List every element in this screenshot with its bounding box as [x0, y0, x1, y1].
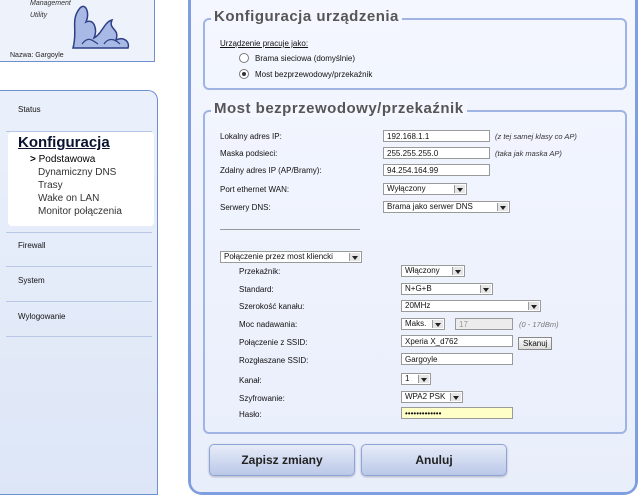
- chevron-down-icon: [349, 253, 360, 261]
- sidebar-item-label: Wylogowanie: [18, 312, 66, 321]
- nav-divider: [6, 336, 152, 337]
- sidebar-subitem-wake-on-lan[interactable]: Wake on LAN: [38, 193, 99, 204]
- standard-label: Standard:: [239, 285, 274, 294]
- wan-port-select[interactable]: Wyłączony: [383, 183, 467, 195]
- local-ip-note: (z tej samej klasy co AP): [495, 132, 577, 141]
- standard-value: N+G+B: [405, 284, 432, 293]
- device-config-title: Konfiguracja urządzenia: [211, 8, 402, 25]
- tx-power-value: Maks.: [405, 319, 427, 328]
- standard-select[interactable]: N+G+B: [401, 283, 493, 295]
- remote-ip-input[interactable]: 94.254.164.99: [383, 164, 490, 176]
- channel-label: Kanał:: [239, 376, 262, 385]
- sidebar-item-konfiguracja[interactable]: Konfiguracja Podstawowa Dynamiczny DNS T…: [8, 132, 154, 226]
- remote-ip-label: Zdalny adres IP (AP/Bramy):: [220, 166, 322, 175]
- broadcast-ssid-input[interactable]: Gargoyle: [401, 353, 513, 365]
- sidebar-item-label: Status: [18, 105, 41, 114]
- relay-value: Włączony: [405, 266, 440, 275]
- radio-gateway-label: Brama sieciowa (domyślnie): [255, 54, 356, 63]
- ssid-input[interactable]: Xperia X_d762: [401, 335, 513, 347]
- main-frame: Konfiguracja urządzenia Urządzenie pracu…: [188, 0, 638, 495]
- nav-divider: [6, 266, 152, 267]
- channel-width-label: Szerokość kanału:: [239, 302, 305, 311]
- sidebar-subitem-trasy[interactable]: Trasy: [38, 180, 63, 191]
- nav-divider: [6, 232, 152, 233]
- device-config-section: Konfiguracja urządzenia Urządzenie pracu…: [203, 8, 627, 90]
- connection-mode-select[interactable]: Połączenie przez most kliencki: [220, 251, 362, 263]
- chevron-down-icon: [497, 203, 508, 211]
- save-button[interactable]: Zapisz zmiany: [209, 444, 355, 476]
- channel-select[interactable]: 1: [401, 373, 431, 385]
- mask-input[interactable]: 255.255.255.0: [383, 147, 490, 159]
- sidebar-item-label: System: [18, 276, 45, 285]
- chevron-down-icon: [528, 302, 539, 310]
- ssid-label: Połączenie z SSID:: [239, 338, 308, 347]
- gargoyle-logo-icon: [72, 5, 130, 49]
- bridge-section: Most bezprzewodowy/przekaźnik Lokalny ad…: [203, 100, 627, 434]
- password-input[interactable]: •••••••••••••: [401, 407, 513, 419]
- chevron-down-icon: [452, 267, 463, 275]
- mask-label: Maska podsieci:: [220, 149, 278, 158]
- relay-label: Przekaźnik:: [239, 267, 281, 276]
- mask-note: (taka jak maska AP): [495, 149, 562, 158]
- sidebar-item-label: Konfiguracja: [18, 134, 110, 151]
- connection-mode-value: Połączenie przez most kliencki: [224, 252, 333, 261]
- sidebar-item-label: Firewall: [18, 241, 46, 250]
- section-divider: [220, 229, 360, 230]
- channel-width-value: 20MHz: [405, 301, 431, 310]
- tx-power-input[interactable]: 17: [455, 318, 513, 330]
- chevron-down-icon: [450, 393, 461, 401]
- local-ip-label: Lokalny adres IP:: [220, 132, 282, 141]
- device-name: Nazwa: Gargoyle: [10, 52, 64, 59]
- sidebar-subitem-monitor[interactable]: Monitor połączenia: [38, 206, 122, 217]
- broadcast-ssid-label: Rozgłaszane SSID:: [239, 356, 309, 365]
- tx-power-note: (0 - 17dBm): [519, 320, 559, 329]
- encryption-label: Szyfrowanie:: [239, 394, 285, 403]
- chevron-down-icon: [454, 185, 465, 193]
- sidebar-subitem-dynamic-dns[interactable]: Dynamiczny DNS: [38, 167, 116, 178]
- dns-value: Brama jako serwer DNS: [387, 202, 473, 211]
- wan-port-label: Port ethernet WAN:: [220, 185, 290, 194]
- bridge-title: Most bezprzewodowy/przekaźnik: [211, 100, 467, 117]
- chevron-down-icon: [480, 285, 491, 293]
- channel-width-select[interactable]: 20MHz: [401, 300, 541, 312]
- chevron-down-icon: [418, 375, 429, 383]
- password-label: Hasło:: [239, 410, 262, 419]
- encryption-value: WPA2 PSK: [405, 392, 446, 401]
- channel-value: 1: [405, 374, 410, 383]
- logo-text-management: Management: [30, 0, 71, 7]
- device-mode-label: Urządzenie pracuje jako:: [220, 39, 309, 48]
- radio-bridge[interactable]: [239, 69, 249, 79]
- radio-gateway[interactable]: [239, 53, 249, 63]
- wan-port-value: Wyłączony: [387, 184, 426, 193]
- radio-bridge-label: Most bezprzewodowy/przekaźnik: [255, 70, 373, 79]
- relay-select[interactable]: Włączony: [401, 265, 465, 277]
- dns-label: Serwery DNS:: [220, 203, 271, 212]
- chevron-down-icon: [432, 320, 443, 328]
- sidebar-subitem-podstawowa[interactable]: Podstawowa: [30, 154, 96, 165]
- logo-text-utility: Utility: [30, 12, 48, 19]
- dns-select[interactable]: Brama jako serwer DNS: [383, 201, 510, 213]
- nav-divider: [6, 301, 152, 302]
- encryption-select[interactable]: WPA2 PSK: [401, 391, 463, 403]
- tx-power-label: Moc nadawania:: [239, 320, 298, 329]
- local-ip-input[interactable]: 192.168.1.1: [383, 130, 490, 142]
- cancel-button[interactable]: Anuluj: [361, 444, 507, 476]
- tx-power-select[interactable]: Maks.: [401, 318, 445, 330]
- scan-button[interactable]: Skanuj: [518, 337, 553, 350]
- logo-panel: Management Utility Nazwa: Gargoyle: [0, 0, 155, 62]
